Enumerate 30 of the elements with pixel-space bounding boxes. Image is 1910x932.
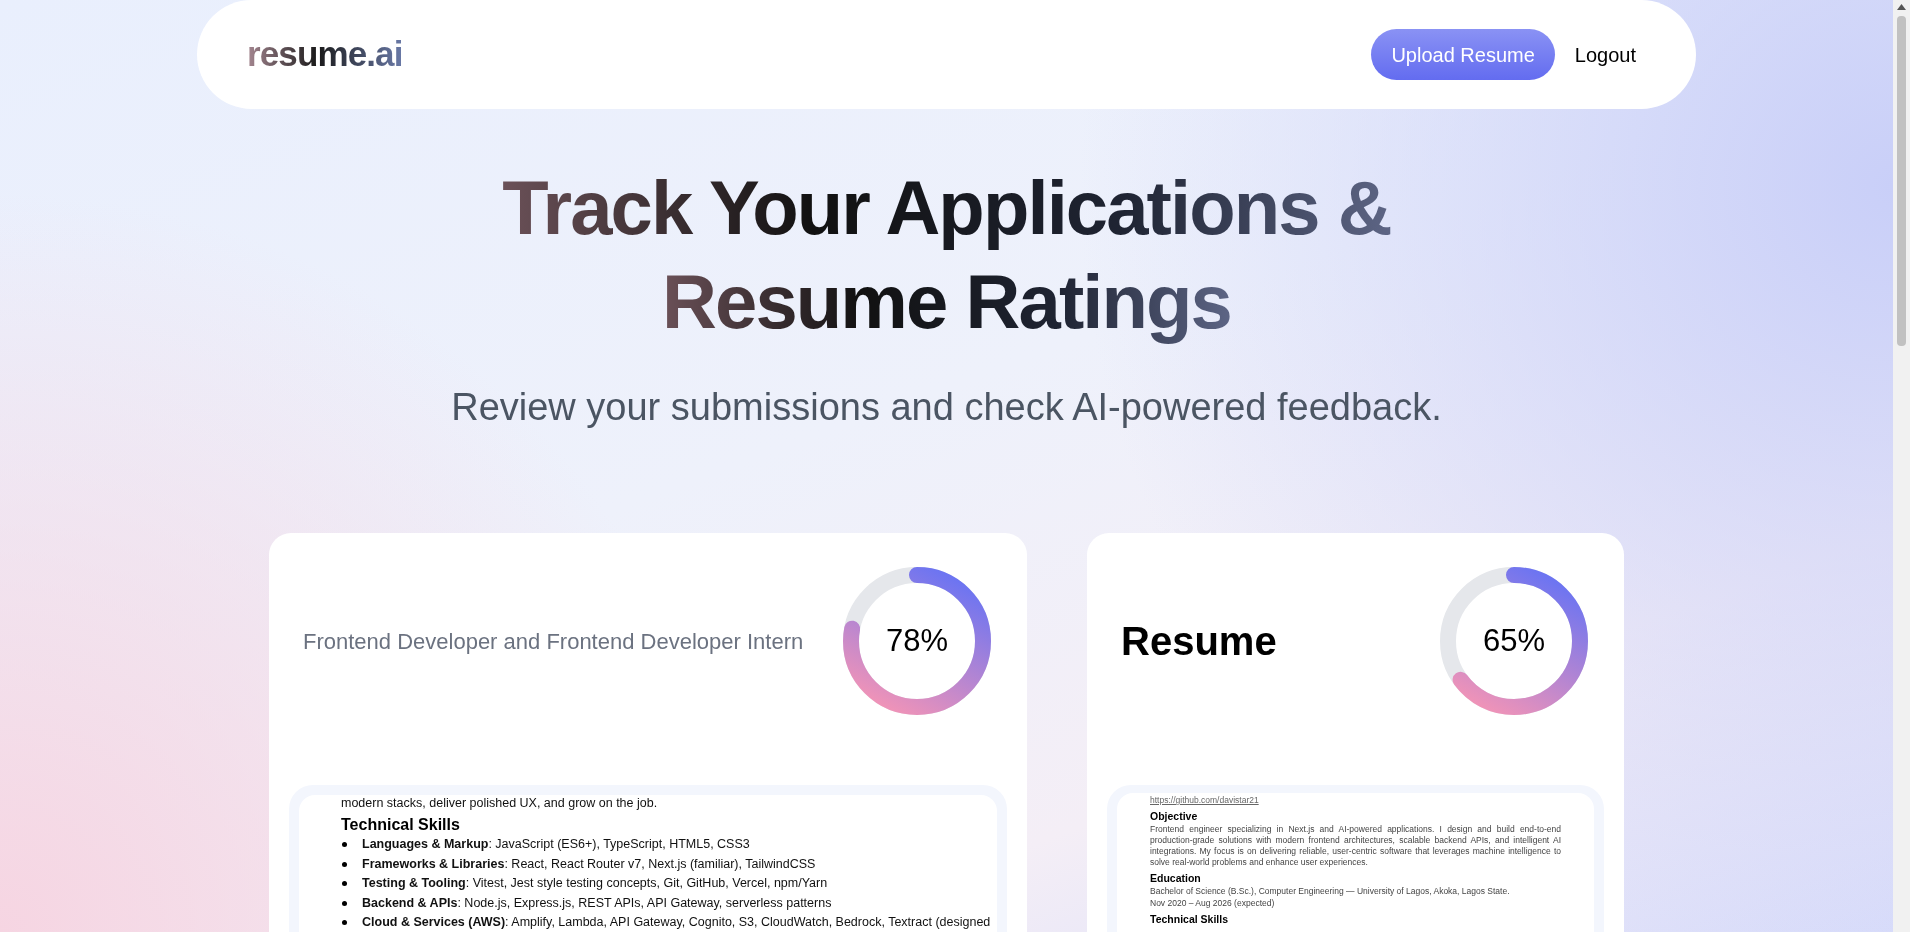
resume-text: Nov 2020 – Aug 2026 (expected) xyxy=(1150,898,1276,909)
scrollbar-thumb[interactable] xyxy=(1897,16,1906,346)
bullet-icon xyxy=(342,842,347,847)
page-subtitle: Review your submissions and check AI-powered feedback. xyxy=(451,385,1442,430)
score-value: 78% xyxy=(885,621,948,660)
scrollbar[interactable] xyxy=(1893,0,1910,932)
bullet-icon xyxy=(342,900,347,906)
resume-title: Resume xyxy=(1121,618,1277,665)
resume-heading: Technical Skills xyxy=(1150,913,1229,926)
skill-line: Testing & Tooling: Vitest, Jest style testing concepts, Git, GitHub, Vercel, npm/Yarn xyxy=(362,875,828,892)
job-title: Frontend Developer and Frontend Developer Intern xyxy=(303,627,804,656)
bullet-icon xyxy=(342,881,347,886)
resume-heading: Education xyxy=(1150,872,1202,885)
profile-link[interactable]: https://github.com/davistar21 xyxy=(1150,795,1561,806)
skill-line: Languages & Markup: JavaScript (ES6+), TypeScript, HTML5, CSS3 xyxy=(362,836,750,853)
resume-text: modern stacks, deliver polished UX, and grow on the job. xyxy=(341,795,659,812)
resume-card[interactable] xyxy=(269,533,1027,932)
logout-link[interactable]: Logout xyxy=(1574,39,1636,70)
bullet-icon xyxy=(342,920,347,925)
resume-text: Bachelor of Science (B.Sc.), Computer Engineering — University of Lagos, Akoka, Lagos State. xyxy=(1150,886,1511,897)
skill-line: Frameworks & Libraries: React, React Router v7, Next.js (familiar), TailwindCSS xyxy=(362,855,816,873)
resume-heading: Objective xyxy=(1150,810,1199,823)
skill-line: Backend & APIs: Node.js, Express.js, REST APIs, API Gateway, serverless patterns xyxy=(362,894,832,912)
resume-card[interactable] xyxy=(1087,533,1624,932)
resume-heading: Technical Skills xyxy=(341,815,461,835)
scroll-up-icon[interactable] xyxy=(1897,4,1906,10)
score-value: 65% xyxy=(1482,621,1545,660)
bullet-icon xyxy=(342,861,347,867)
skill-line: Cloud & Services (AWS): Amplify, Lambda, API Gateway, Cognito, S3, CloudWatch, Bedrock, Textract (designed xyxy=(362,914,991,931)
resume-text: Frontend engineer specializing in Next.js and AI-powered applications. I design and build end-to-end production-grade solutions with modern frontend architectures, scalable backend APIs, and intelligent AI integrations. My focus is on delivering reliable, user-centric software that leverages machine intelligence to solve real-world problems and enhance user experiences. xyxy=(1150,824,1561,868)
